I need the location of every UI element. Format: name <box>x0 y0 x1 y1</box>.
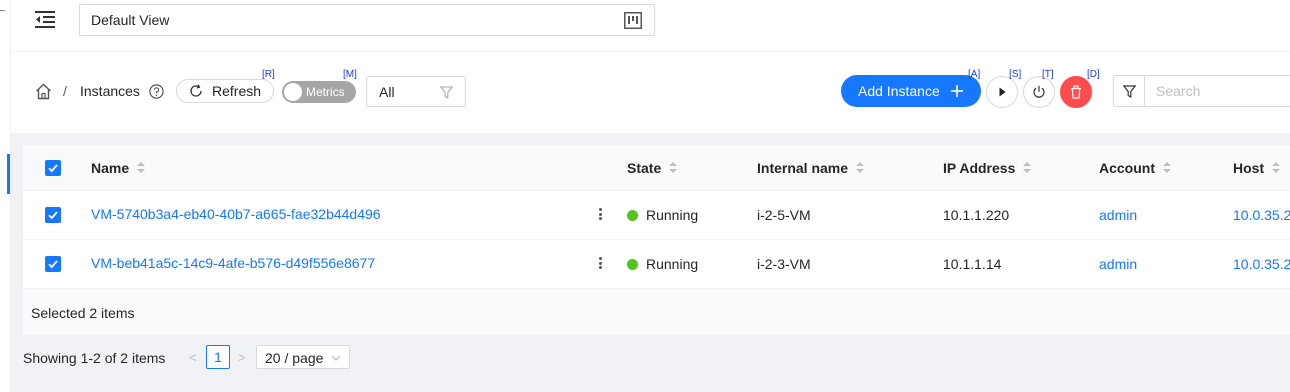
column-header-state[interactable]: State <box>627 160 678 176</box>
page-size-select[interactable]: 20 / page <box>256 345 350 369</box>
refresh-button[interactable]: Refresh <box>176 79 274 103</box>
table-row: VM-5740b3a4-eb40-40b7-a665-fae32b44d496 … <box>23 191 1290 240</box>
table-row: VM-beb41a5c-14c9-4afe-b576-d49f556e8677 … <box>23 240 1290 289</box>
rail-divider <box>0 10 5 11</box>
question-circle-icon[interactable] <box>149 84 164 99</box>
prev-page-button[interactable]: < <box>189 350 197 365</box>
caret-right-icon <box>999 87 1006 97</box>
chevron-down-icon <box>331 355 341 361</box>
filter-select-value: All <box>379 84 395 100</box>
filter-icon <box>439 86 454 99</box>
poweroff-icon <box>1033 85 1045 98</box>
delete-icon <box>1071 85 1081 99</box>
row-checkbox[interactable] <box>45 207 61 223</box>
pagination: Showing 1-2 of 2 items < 1 > 20 / page <box>23 345 523 369</box>
refresh-button-label: Refresh <box>212 83 262 99</box>
metrics-toggle-knob <box>284 83 302 101</box>
instance-state-label: Running <box>646 207 699 223</box>
column-header-internal-name-label: Internal name <box>757 160 849 176</box>
metrics-toggle-label: Metrics <box>306 85 345 99</box>
instance-account-link[interactable]: admin <box>1099 207 1137 223</box>
selected-count: Selected 2 items <box>31 305 135 321</box>
selection-summary: Selected 2 items <box>23 289 1290 335</box>
instance-internal-name: i-2-5-VM <box>757 207 811 223</box>
sort-icon <box>856 162 865 174</box>
instance-name-link[interactable]: VM-beb41a5c-14c9-4afe-b576-d49f556e8677 <box>91 255 375 271</box>
sort-icon <box>1272 162 1281 174</box>
filter-select[interactable]: All <box>366 76 466 107</box>
stop-shortcut-hint: [T] <box>1042 69 1054 80</box>
instance-ip-address: 10.1.1.14 <box>943 256 1002 272</box>
status-dot <box>627 259 638 270</box>
add-instance-label: Add Instance <box>858 83 940 99</box>
column-header-account[interactable]: Account <box>1099 160 1171 176</box>
row-checkbox[interactable] <box>45 256 61 272</box>
plus-icon <box>950 84 964 98</box>
start-shortcut-hint: [S] <box>1009 69 1022 80</box>
breadcrumb-instances: Instances <box>80 83 140 99</box>
column-header-ip-address-label: IP Address <box>943 160 1016 176</box>
add-instance-button[interactable]: Add Instance <box>841 75 981 107</box>
metrics-toggle[interactable]: Metrics <box>282 81 356 103</box>
page-size-value: 20 / page <box>265 350 324 366</box>
instance-account-link[interactable]: admin <box>1099 256 1137 272</box>
sort-icon <box>137 162 146 174</box>
check-icon <box>48 260 58 269</box>
search-input[interactable] <box>1144 75 1290 107</box>
status-dot <box>627 210 638 221</box>
search-filter-button[interactable] <box>1113 75 1145 107</box>
column-header-ip-address[interactable]: IP Address <box>943 160 1032 176</box>
instance-host-link[interactable]: 10.0.35.2 <box>1233 207 1290 223</box>
column-header-host-label: Host <box>1233 160 1265 176</box>
column-header-name-label: Name <box>91 160 130 176</box>
breadcrumb-separator: / <box>63 83 67 99</box>
instance-ip-address: 10.1.1.220 <box>943 207 1010 223</box>
instance-host-link[interactable]: 10.0.35.2 <box>1233 256 1290 272</box>
board-icon[interactable] <box>624 12 642 29</box>
view-selector-value: Default View <box>91 12 170 28</box>
table-header: Name State Internal name IP Address Acco… <box>23 145 1290 191</box>
column-header-host[interactable]: Host <box>1233 160 1281 176</box>
instance-state: Running <box>627 256 698 272</box>
metrics-shortcut-hint: [M] <box>343 69 357 80</box>
instance-internal-name: i-2-3-VM <box>757 256 811 272</box>
toolbar: / Instances Refresh [R] Metrics [M] All <box>11 53 1290 133</box>
pagination-total: Showing 1-2 of 2 items <box>23 350 166 366</box>
search-group <box>1113 75 1290 107</box>
more-actions-icon[interactable] <box>589 251 613 275</box>
top-bar: Default View <box>11 0 1290 52</box>
select-all-checkbox[interactable] <box>45 160 61 176</box>
filter-icon <box>1123 85 1136 98</box>
instance-name-link[interactable]: VM-5740b3a4-eb40-40b7-a665-fae32b44d496 <box>91 206 381 222</box>
delete-instance-button[interactable] <box>1060 76 1092 108</box>
start-instance-button[interactable] <box>986 76 1018 108</box>
active-nav-indicator <box>7 154 10 194</box>
column-header-internal-name[interactable]: Internal name <box>757 160 865 176</box>
stop-instance-button[interactable] <box>1023 76 1055 108</box>
delete-shortcut-hint: [D] <box>1087 69 1100 80</box>
column-header-account-label: Account <box>1099 160 1155 176</box>
more-actions-icon[interactable] <box>589 202 613 226</box>
column-header-name[interactable]: Name <box>91 160 146 176</box>
column-header-state-label: State <box>627 160 662 176</box>
sort-icon <box>1163 162 1171 174</box>
instance-state: Running <box>627 207 698 223</box>
instance-state-label: Running <box>646 256 699 272</box>
sort-icon <box>1023 162 1032 174</box>
sort-icon <box>669 162 678 174</box>
refresh-shortcut-hint: [R] <box>262 69 275 80</box>
next-page-button[interactable]: > <box>238 350 246 365</box>
reload-icon <box>189 84 203 98</box>
add-shortcut-hint: [A] <box>968 69 981 80</box>
check-icon <box>48 164 58 173</box>
menu-fold-icon[interactable] <box>35 10 55 28</box>
view-selector[interactable]: Default View <box>79 4 655 36</box>
check-icon <box>48 211 58 220</box>
instances-table: Name State Internal name IP Address Acco… <box>23 145 1290 335</box>
page-1-button[interactable]: 1 <box>206 345 230 369</box>
home-icon[interactable] <box>35 83 52 100</box>
left-rail <box>0 0 11 392</box>
